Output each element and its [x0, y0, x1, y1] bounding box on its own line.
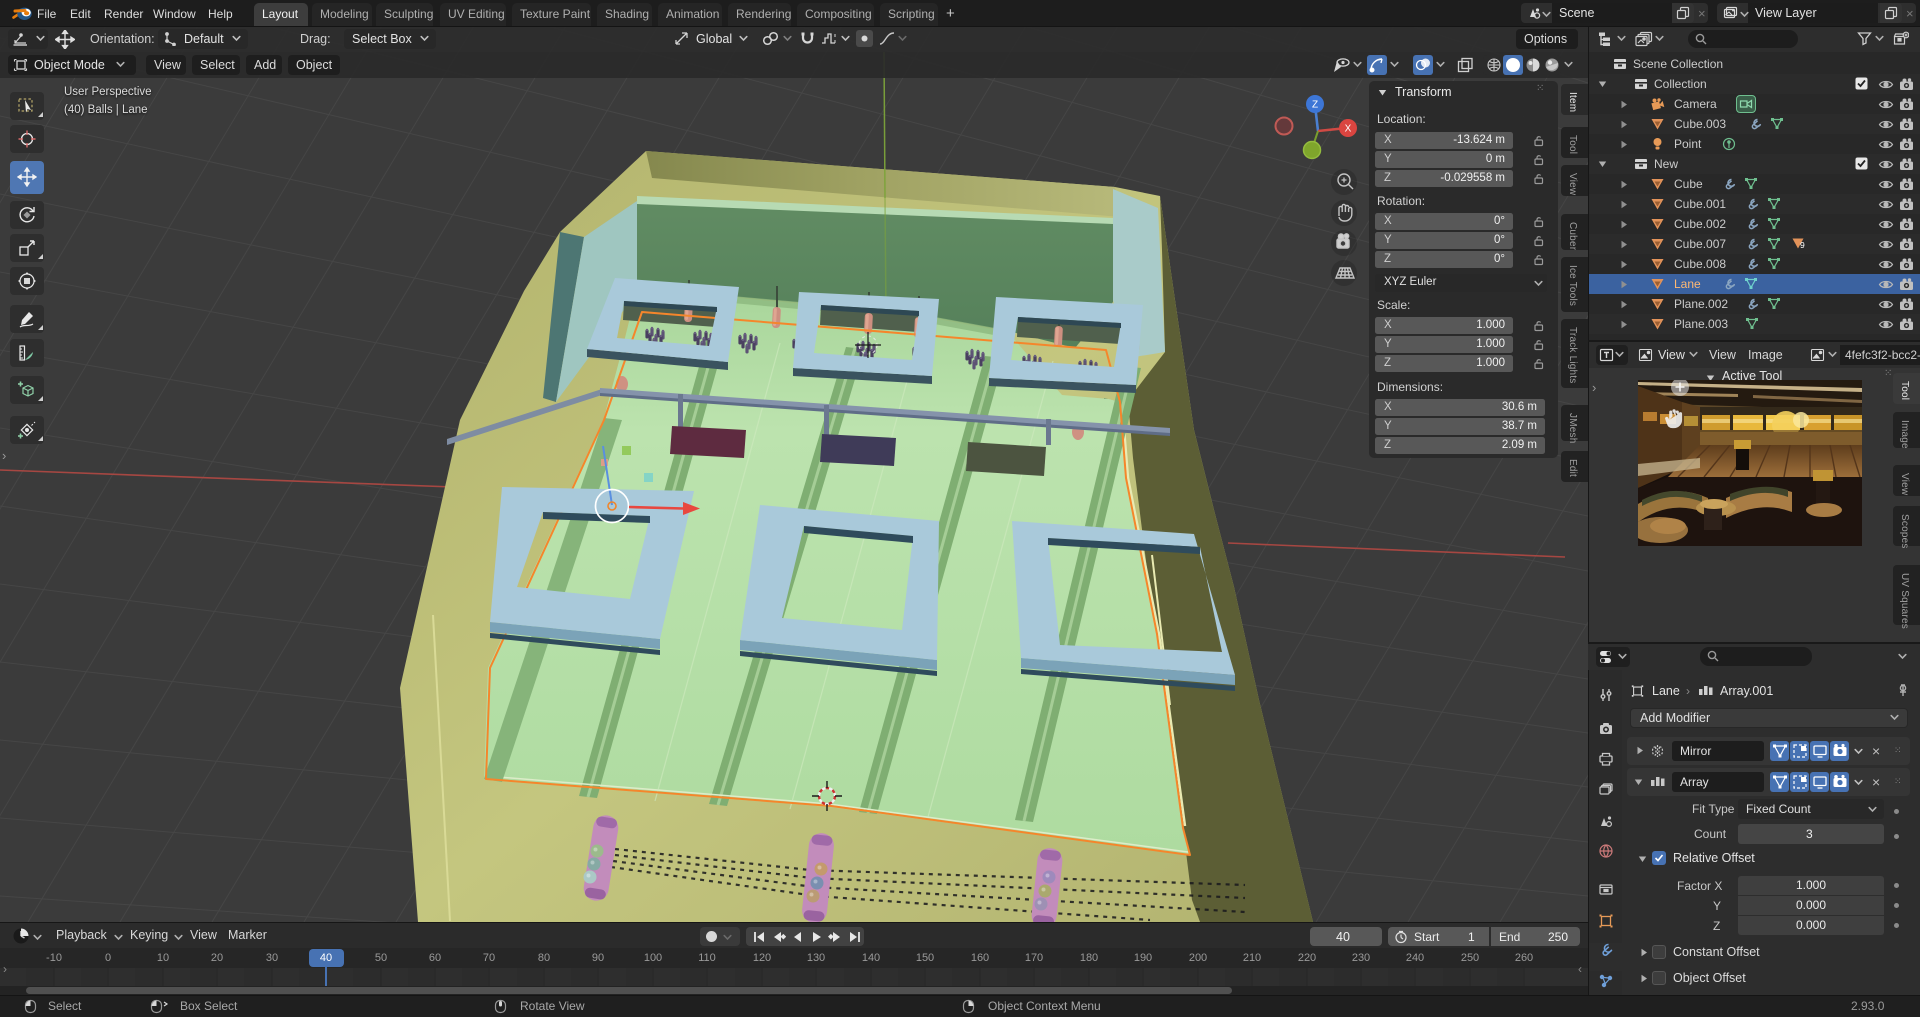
svg-text:X: X — [1345, 124, 1352, 135]
svg-text:Z: Z — [1312, 100, 1318, 111]
